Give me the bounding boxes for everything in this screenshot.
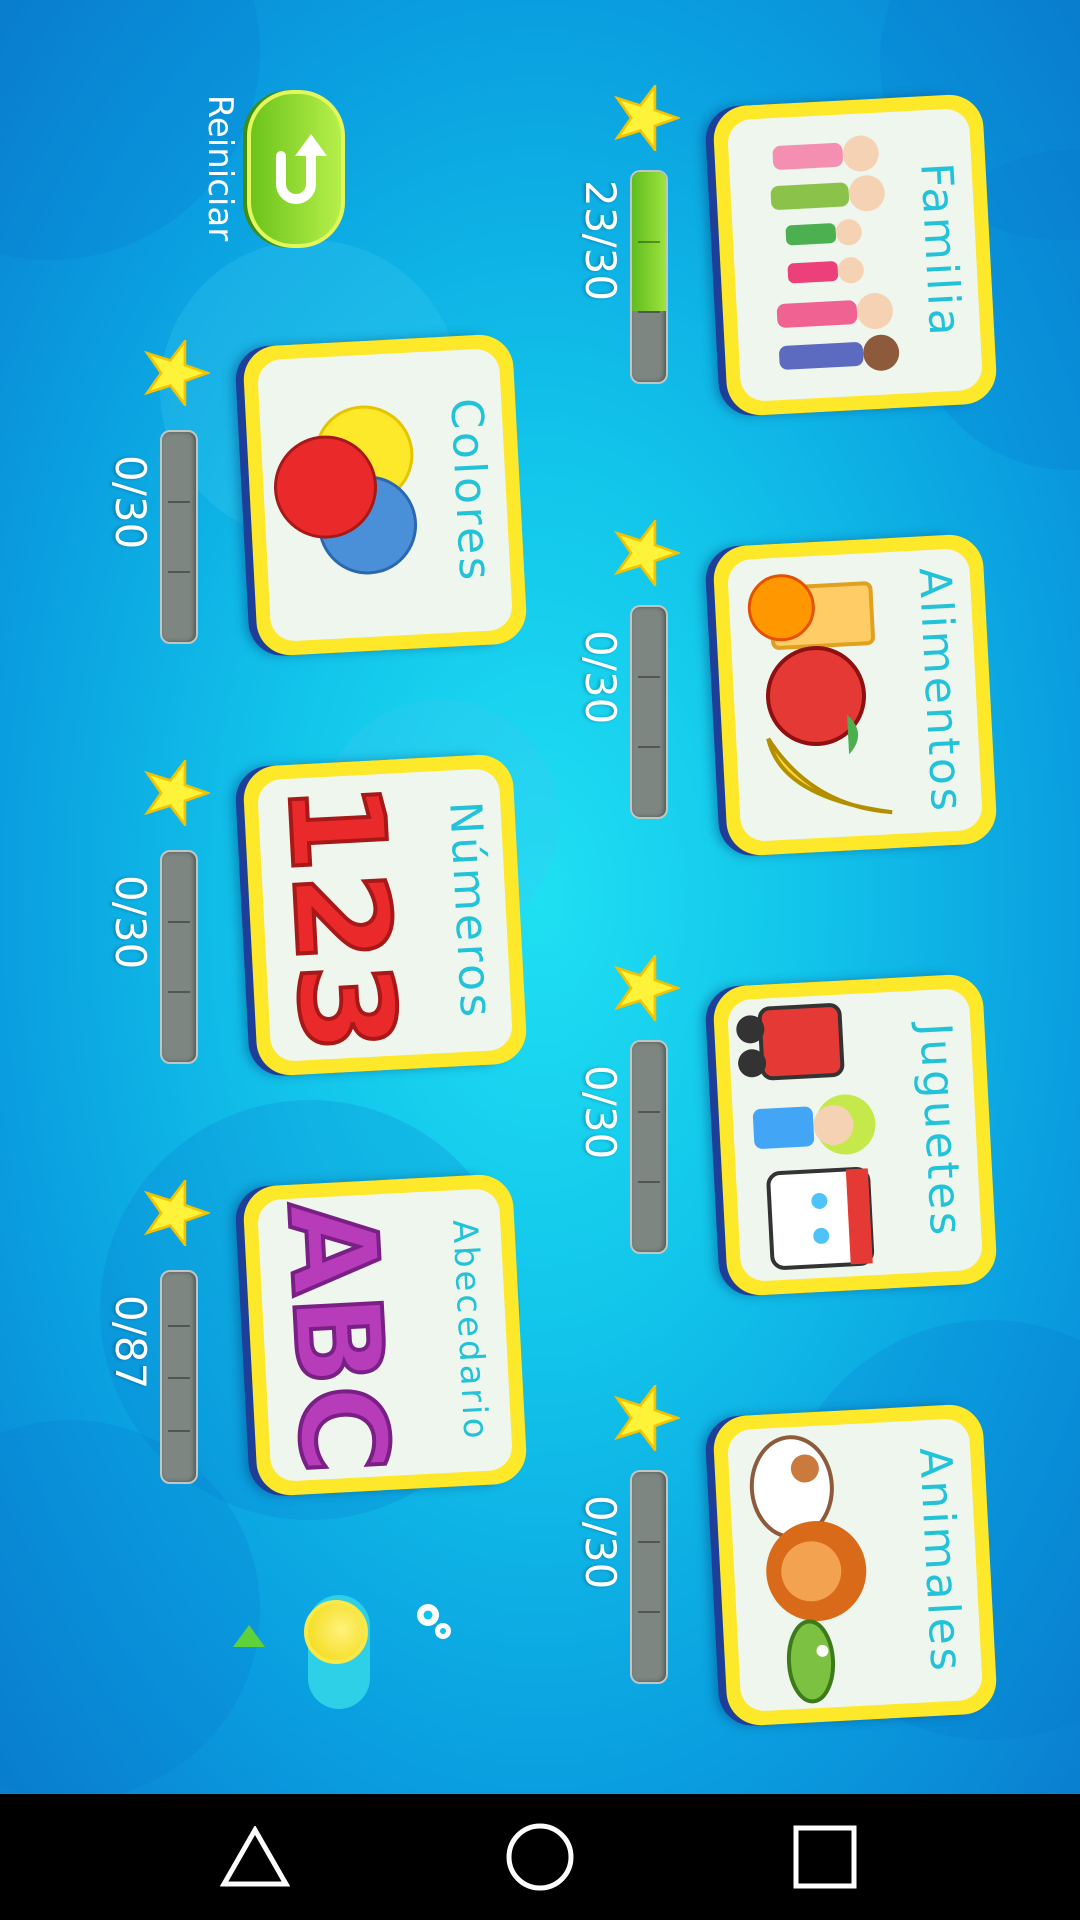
colors-illustration	[257, 352, 444, 643]
star-icon	[614, 1385, 680, 1451]
home-circle-icon	[506, 1823, 574, 1891]
progress-tick	[168, 990, 190, 993]
progress-tick	[168, 921, 190, 924]
progress-tick	[168, 1377, 190, 1379]
star-icon	[614, 85, 680, 151]
progress-bar-familia	[630, 170, 668, 384]
progress-count: 23/30	[576, 180, 625, 302]
category-card-familia[interactable]: Familia	[712, 93, 998, 417]
alphabet-illustration: ABC	[257, 1192, 444, 1483]
arrow-icon[interactable]	[233, 1625, 265, 1647]
category-card-abecedario[interactable]: Abecedario ABC	[242, 1173, 528, 1497]
animals-illustration	[727, 1422, 914, 1713]
card-inner: Familia	[726, 107, 984, 403]
category-card-animales[interactable]: Animales	[712, 1403, 998, 1727]
svg-text:ABC: ABC	[260, 1198, 413, 1477]
svg-text:123: 123	[259, 778, 424, 1057]
progress-count: 0/30	[576, 1065, 625, 1160]
progress-tick	[638, 1180, 660, 1183]
reset-button[interactable]	[247, 90, 345, 248]
progress-count: 0/30	[106, 875, 155, 970]
game-stage: Familia Alimentos Juguetes Animales 23/3…	[0, 0, 1080, 1794]
star-icon	[144, 760, 210, 826]
progress-tick	[168, 501, 190, 504]
card-title: Abecedario	[444, 1218, 496, 1443]
category-card-alimentos[interactable]: Alimentos	[712, 533, 998, 857]
star-icon	[614, 955, 680, 1021]
progress-count: 0/30	[576, 630, 625, 725]
card-title: Colores	[440, 396, 501, 585]
card-title: Alimentos	[908, 566, 973, 815]
card-inner: Colores	[256, 347, 514, 643]
toys-illustration	[727, 992, 914, 1283]
progress-tick	[638, 1111, 660, 1114]
home-button[interactable]	[440, 1794, 640, 1920]
card-inner: Juguetes	[726, 987, 984, 1283]
progress-bar-abecedario	[160, 1270, 198, 1484]
progress-tick	[638, 1610, 660, 1613]
progress-tick	[168, 570, 190, 573]
card-title: Juguetes	[909, 1021, 972, 1240]
progress-tick	[638, 1541, 660, 1544]
card-inner: Abecedario ABC	[256, 1187, 514, 1483]
app-screen: Familia Alimentos Juguetes Animales 23/3…	[0, 0, 1080, 1920]
card-title: Animales	[908, 1446, 972, 1675]
card-inner: Alimentos	[726, 547, 984, 843]
progress-tick	[638, 241, 660, 244]
progress-bar-alimentos	[630, 605, 668, 819]
card-title: Familia	[910, 161, 971, 340]
undo-arrow-icon	[276, 134, 327, 204]
back-triangle-icon	[220, 1826, 290, 1887]
card-inner: Números 123	[256, 767, 514, 1063]
progress-count: 0/30	[576, 1495, 625, 1590]
food-illustration	[727, 552, 914, 843]
star-icon	[144, 1180, 210, 1246]
star-icon	[144, 340, 210, 406]
progress-count: 0/87	[106, 1295, 155, 1390]
category-card-colores[interactable]: Colores	[242, 333, 528, 657]
progress-tick	[638, 676, 660, 679]
reset-label: Reiniciar	[200, 94, 240, 242]
progress-tick	[168, 1324, 190, 1327]
back-button[interactable]	[155, 1794, 355, 1920]
category-card-numeros[interactable]: Números 123	[242, 753, 528, 1077]
card-inner: Animales	[726, 1417, 984, 1713]
recents-button[interactable]	[725, 1794, 925, 1920]
progress-count: 0/30	[106, 455, 155, 550]
progress-bar-numeros	[160, 850, 198, 1064]
recents-square-icon	[793, 1825, 857, 1889]
system-navigation-bar	[0, 1794, 1080, 1920]
category-card-juguetes[interactable]: Juguetes	[712, 973, 998, 1297]
card-title: Números	[439, 799, 502, 1022]
star-icon	[614, 520, 680, 586]
family-illustration	[727, 112, 914, 403]
progress-bar-juguetes	[630, 1040, 668, 1254]
progress-tick	[638, 310, 660, 313]
toggle-knob	[304, 1600, 368, 1664]
progress-tick	[168, 1429, 190, 1432]
progress-bar-animales	[630, 1470, 668, 1684]
numbers-illustration: 123	[257, 772, 444, 1063]
progress-bar-colores	[160, 430, 198, 644]
gear-icon[interactable]	[408, 1595, 458, 1645]
progress-tick	[638, 745, 660, 748]
